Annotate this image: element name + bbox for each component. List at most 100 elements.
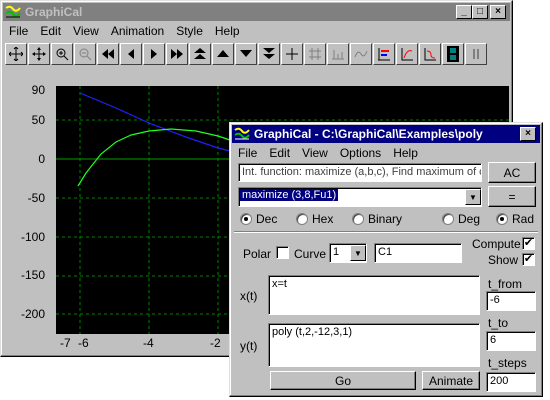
y-tick-label: -50 [27, 191, 45, 205]
radio-hex[interactable]: Hex [296, 212, 333, 226]
minimize-icon: _ [461, 6, 467, 17]
chevron-down-icon[interactable]: ▼ [350, 245, 366, 261]
scroll-up-icon[interactable] [212, 43, 234, 65]
scroll-top-icon[interactable] [189, 43, 211, 65]
radio-rad[interactable]: Rad [496, 212, 534, 226]
expression-dropdown[interactable]: maximize (3,8,Fu1) [238, 187, 482, 207]
menu-help[interactable]: Help [209, 24, 246, 38]
rewind-icon[interactable] [97, 43, 119, 65]
t-from-label: t_from [488, 277, 523, 291]
t-steps-value: 200 [490, 375, 509, 387]
curve-icon[interactable] [350, 43, 372, 65]
y-function-label: y(t) [240, 339, 258, 353]
curve-name-value: C1 [378, 246, 393, 258]
main-menubar: File Edit View Animation Style Help [3, 22, 510, 40]
compute-label: Compute [472, 237, 521, 251]
dialog-menu-view[interactable]: View [296, 146, 334, 160]
step-back-icon[interactable] [120, 43, 142, 65]
polar-label: Polar [243, 247, 272, 261]
y-tick-label: 50 [31, 113, 45, 127]
minimize-button[interactable]: _ [456, 5, 472, 19]
radio-dec-label: Dec [256, 212, 278, 226]
radio-dec[interactable]: Dec [240, 212, 277, 226]
paint-icon[interactable] [419, 43, 441, 65]
maximize-icon: □ [476, 6, 484, 17]
maximize-button[interactable]: □ [472, 5, 488, 19]
radio-hex-label: Hex [312, 212, 334, 226]
go-button[interactable]: Go [270, 371, 416, 390]
dialog-menu-file[interactable]: File [232, 146, 263, 160]
zoom-in-icon[interactable] [51, 43, 73, 65]
y-tick-label: -100 [20, 230, 45, 244]
dialog-close-button[interactable]: × [520, 127, 536, 141]
menu-view[interactable]: View [67, 24, 105, 38]
radio-deg[interactable]: Deg [442, 212, 480, 226]
polar-checkbox[interactable] [276, 246, 289, 259]
curve-label: Curve [294, 247, 327, 261]
scroll-down-icon[interactable] [235, 43, 257, 65]
divider [234, 231, 538, 233]
show-label: Show [488, 253, 519, 267]
x-tick-label: -6 [78, 336, 89, 350]
dialog-titlebar[interactable]: GraphiCal - C:\GraphiCal\Examples\poly × [232, 125, 540, 143]
bar-icon[interactable] [373, 43, 395, 65]
compute-checkbox[interactable]: ✔ [522, 237, 535, 250]
x-tick-label: -4 [143, 336, 154, 350]
main-titlebar[interactable]: GraphiCal _ □ × [3, 3, 510, 21]
t-steps-input[interactable]: 200 [486, 372, 536, 392]
curve-dialog: GraphiCal - C:\GraphiCal\Examples\poly ×… [229, 122, 543, 397]
main-toolbar [5, 43, 487, 65]
t-steps-label: t_steps [488, 356, 527, 370]
dialog-menu-options[interactable]: Options [334, 146, 387, 160]
x-function-value: x=t [272, 278, 287, 290]
x-function-label: x(t) [240, 289, 258, 303]
x-function-input[interactable]: x=t [268, 275, 480, 315]
grid-icon[interactable] [304, 43, 326, 65]
chevron-down-icon[interactable]: ▼ [465, 189, 481, 205]
t-from-value: -6 [490, 294, 500, 306]
curve-name-field[interactable]: C1 [374, 243, 462, 263]
t-from-input[interactable]: -6 [486, 291, 536, 311]
y-tick-label: 0 [38, 152, 45, 166]
radio-rad-label: Rad [512, 212, 535, 226]
equals-button[interactable]: = [488, 186, 536, 207]
dialog-menu-edit[interactable]: Edit [263, 146, 296, 160]
zoom-out-icon[interactable] [74, 43, 96, 65]
menu-file[interactable]: File [3, 24, 34, 38]
y-function-input[interactable]: poly (t,2,-12,3,1) [268, 323, 480, 367]
menu-style[interactable]: Style [170, 24, 209, 38]
radio-deg-dot [442, 213, 454, 225]
main-window-title: GraphiCal [25, 5, 83, 19]
move-all-icon[interactable] [28, 43, 50, 65]
t-to-value: 6 [490, 334, 497, 346]
close-button[interactable]: × [490, 5, 506, 19]
radio-deg-label: Deg [458, 212, 481, 226]
x-tick-label: -7 [60, 336, 71, 350]
y-tick-label: -200 [20, 307, 45, 321]
dialog-menu-help[interactable]: Help [387, 146, 424, 160]
animate-button[interactable]: Animate [422, 371, 480, 390]
film-icon[interactable] [442, 43, 464, 65]
play-icon[interactable] [143, 43, 165, 65]
expression-value: maximize (3,8,Fu1) [240, 189, 339, 201]
t-to-input[interactable]: 6 [486, 331, 536, 351]
app-logo-icon [5, 5, 21, 19]
menu-edit[interactable]: Edit [34, 24, 67, 38]
axes-icon[interactable] [327, 43, 349, 65]
show-checkbox[interactable]: ✔ [522, 253, 535, 266]
colors-icon[interactable] [396, 43, 418, 65]
scroll-bottom-icon[interactable] [258, 43, 280, 65]
dialog-title: GraphiCal - C:\GraphiCal\Examples\poly [254, 127, 483, 141]
crosshair-icon[interactable] [281, 43, 303, 65]
radio-binary-dot [352, 213, 364, 225]
close-icon: × [495, 6, 501, 17]
fast-forward-icon[interactable] [166, 43, 188, 65]
ac-button[interactable]: AC [488, 162, 536, 183]
curve-number-value: 1 [333, 246, 340, 258]
pause-icon[interactable] [465, 43, 487, 65]
move-icon[interactable] [5, 43, 27, 65]
menu-animation[interactable]: Animation [105, 24, 170, 38]
radio-binary-label: Binary [368, 212, 403, 226]
y-function-value: poly (t,2,-12,3,1) [272, 326, 353, 338]
radio-binary[interactable]: Binary [352, 212, 402, 226]
